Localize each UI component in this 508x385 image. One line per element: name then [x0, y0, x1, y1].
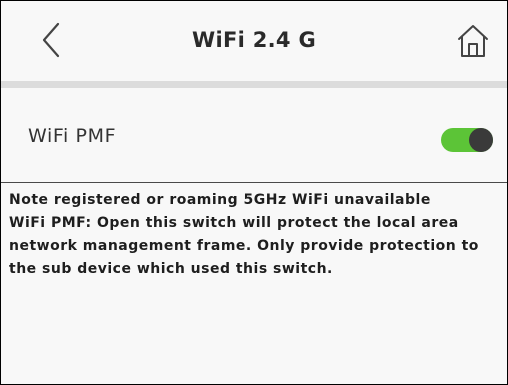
screen: WiFi 2.4 G WiFi PMF Note registered or r…: [0, 0, 508, 385]
home-button[interactable]: [453, 23, 493, 63]
note-line-pmf: WiFi PMF: Open this switch will protect …: [9, 215, 479, 277]
home-icon: [456, 23, 490, 63]
pmf-toggle[interactable]: [441, 128, 493, 152]
note-divider: [1, 182, 507, 183]
page-title: WiFi 2.4 G: [192, 28, 316, 52]
pmf-setting-row: WiFi PMF: [1, 111, 507, 161]
header-divider: [1, 81, 507, 88]
toggle-knob: [469, 128, 493, 152]
pmf-label: WiFi PMF: [28, 125, 117, 147]
note-line-registered: Note registered or roaming 5GHz WiFi una…: [9, 192, 431, 208]
header-bar: WiFi 2.4 G: [1, 1, 507, 81]
note-text: Note registered or roaming 5GHz WiFi una…: [9, 189, 493, 281]
